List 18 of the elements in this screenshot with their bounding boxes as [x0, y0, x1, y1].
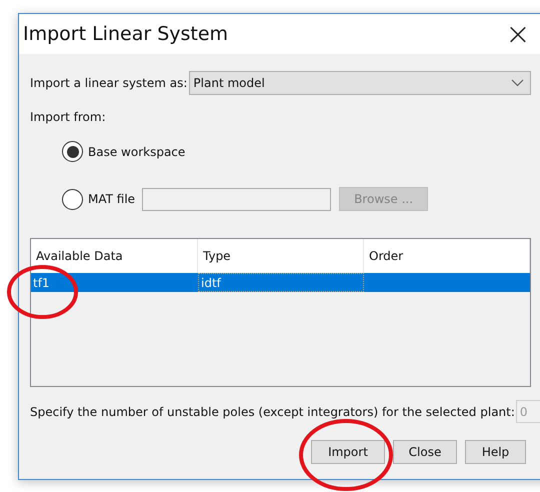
radio-button[interactable]: [62, 141, 83, 162]
radio-label: Base workspace: [88, 144, 186, 158]
table-cell-text: tf1: [32, 274, 51, 292]
annotation-circle: [7, 265, 78, 319]
import-as-label: Import a linear system as:: [30, 76, 188, 90]
table-row[interactable]: tf1 idtf: [31, 273, 530, 292]
table-cell: idtf: [198, 273, 364, 292]
close-button[interactable]: ×: [495, 14, 540, 54]
radio-button[interactable]: [62, 188, 83, 210]
radio-label: MAT file: [88, 192, 136, 206]
chevron-icon: [511, 79, 524, 87]
dialog-button[interactable]: Close: [393, 440, 457, 464]
import-as-dropdown[interactable]: Plant model: [189, 71, 531, 95]
unstable-poles-label: Specify the number of unstable poles (except integrators) for the selected plant:: [30, 404, 515, 418]
dialog-button[interactable]: Help: [465, 440, 526, 464]
dialog-button[interactable]: Import: [311, 440, 385, 464]
window-title: Import Linear System: [23, 23, 228, 45]
import-from-label: Import from:: [30, 110, 106, 124]
